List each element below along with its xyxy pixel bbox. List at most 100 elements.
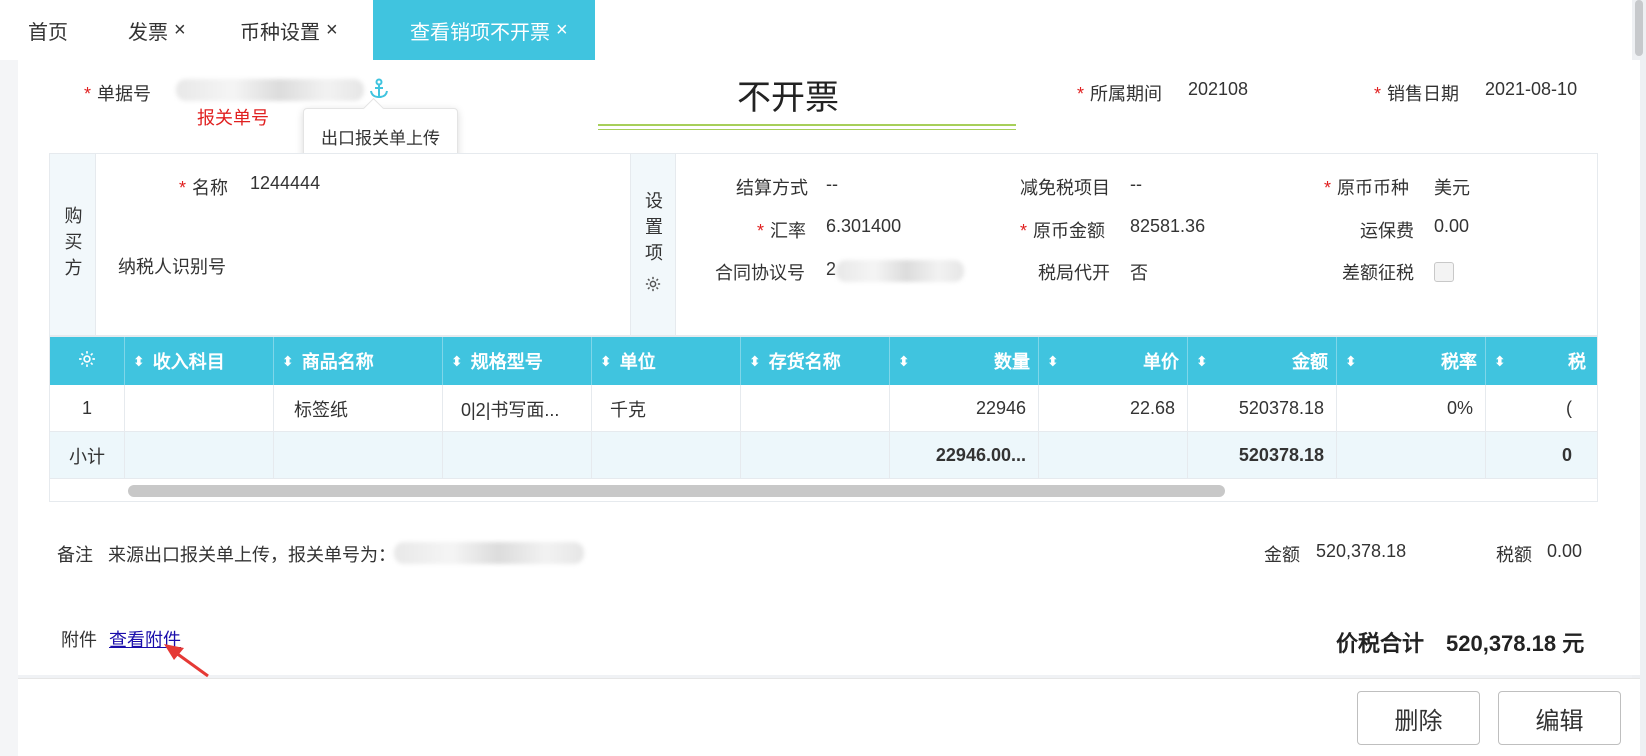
edit-button[interactable]: 编辑: [1498, 691, 1621, 745]
cell-tax-rate: 0%: [1337, 385, 1486, 432]
cell-stock: [741, 385, 890, 432]
remarks-label: 备注: [57, 545, 93, 565]
tab-bar: 首页 发票 × 币种设置 × 查看销项不开票 ×: [0, 0, 1646, 60]
table-header: ⬍ 收入科目 ⬍ 商品名称 ⬍ 规格型号 ⬍ 单位 ⬍ 存货名称 ⬍ 数量 ⬍ 单价 ⬍ 金额 …: [50, 337, 1597, 385]
settings-section-label: 设置项: [643, 191, 663, 269]
tax-bureau-label: 税局代开: [1038, 263, 1110, 283]
tab-currency-settings[interactable]: 币种设置 ×: [240, 0, 338, 60]
orig-currency-label: * 原币币种: [1324, 178, 1410, 198]
sort-icon[interactable]: ⬍: [1196, 354, 1208, 368]
remarks-redacted: [394, 542, 584, 564]
tax-bureau-value: 否: [1130, 263, 1148, 283]
close-icon[interactable]: ×: [174, 19, 186, 42]
exempt-label: 减免税项目: [1020, 178, 1110, 198]
col-tax-rate[interactable]: ⬍ 税率: [1337, 337, 1486, 385]
sort-icon[interactable]: ⬍: [133, 354, 145, 368]
cell-price: 22.68: [1039, 385, 1188, 432]
table-row[interactable]: 1 标签纸 0|2|书写面... 千克 22946 22.68 520378.1…: [50, 385, 1597, 432]
amount-value: 520,378.18: [1316, 541, 1407, 561]
sort-icon[interactable]: ⬍: [1494, 354, 1506, 368]
sort-icon[interactable]: ⬍: [1345, 354, 1357, 368]
footer-bar: 删除 编辑: [18, 678, 1640, 756]
doc-no-label: * 单据号: [84, 84, 152, 104]
gear-icon[interactable]: [644, 275, 662, 298]
col-qty[interactable]: ⬍ 数量: [890, 337, 1039, 385]
close-icon[interactable]: ×: [326, 19, 338, 42]
amount-label: 金额: [1264, 545, 1300, 565]
settings-section[interactable]: 设置项: [630, 154, 676, 335]
settle-label: 结算方式: [736, 178, 808, 198]
sale-date-value: 2021-08-10: [1485, 79, 1578, 99]
rate-value: 6.301400: [826, 216, 902, 236]
attachment-label: 附件: [61, 630, 97, 650]
cell-spec: 0|2|书写面...: [443, 385, 592, 432]
diff-tax-label: 差额征税: [1342, 263, 1414, 283]
period-label: * 所属期间: [1077, 84, 1163, 104]
period-value: 202108: [1188, 79, 1249, 99]
tab-home[interactable]: 首页: [28, 0, 68, 60]
gear-icon[interactable]: [77, 349, 97, 374]
column-settings[interactable]: [50, 337, 125, 385]
sale-date-label: * 销售日期: [1374, 84, 1460, 104]
subtotal-tax: 0: [1486, 432, 1597, 479]
orig-amount-label: * 原币金额: [1020, 221, 1106, 241]
sort-icon[interactable]: ⬍: [282, 354, 294, 368]
freight-value: 0.00: [1434, 216, 1470, 236]
contract-label: 合同协议号: [715, 263, 805, 283]
scrollbar-thumb[interactable]: [1635, 0, 1643, 56]
sort-icon[interactable]: ⬍: [451, 354, 463, 368]
tab-view-nonbilled-sales[interactable]: 查看销项不开票 ×: [373, 0, 595, 60]
sort-icon[interactable]: ⬍: [1047, 354, 1059, 368]
freight-label: 运保费: [1360, 221, 1414, 241]
total-value: 520,378.18 元: [1446, 631, 1585, 656]
contract-value: 2: [826, 259, 837, 279]
title-underline: [598, 129, 1016, 130]
cell-empty: [592, 432, 741, 479]
col-product[interactable]: ⬍ 商品名称: [274, 337, 443, 385]
cell-product: 标签纸: [274, 385, 443, 432]
close-icon[interactable]: ×: [556, 19, 568, 42]
title-underline: [598, 124, 1016, 126]
cell-empty: [741, 432, 890, 479]
delete-button[interactable]: 删除: [1357, 691, 1480, 745]
items-table: ⬍ 收入科目 ⬍ 商品名称 ⬍ 规格型号 ⬍ 单位 ⬍ 存货名称 ⬍ 数量 ⬍ 单价 ⬍ 金额 …: [49, 336, 1598, 502]
cell-empty: [1039, 432, 1188, 479]
cell-unit: 千克: [592, 385, 741, 432]
cell-empty: [1337, 432, 1486, 479]
orig-currency-value: 美元: [1434, 178, 1470, 198]
cell-tax: (: [1486, 385, 1597, 432]
col-unit[interactable]: ⬍ 单位: [592, 337, 741, 385]
col-stock[interactable]: ⬍ 存货名称: [741, 337, 890, 385]
contract-redacted: [836, 260, 964, 282]
doc-no-redacted: [176, 79, 364, 101]
exempt-value: --: [1130, 174, 1142, 194]
rate-label: * 汇率: [757, 221, 807, 241]
sort-icon[interactable]: ⬍: [749, 354, 761, 368]
sort-icon[interactable]: ⬍: [600, 354, 612, 368]
page-title: 不开票: [737, 79, 839, 117]
buyer-taxid-label: 纳税人识别号: [118, 257, 226, 277]
subtotal-row: 小计 22946.00... 520378.18 0: [50, 432, 1597, 479]
settle-value: --: [826, 174, 838, 194]
table-hscrollbar[interactable]: [128, 485, 1225, 497]
cell-empty: [274, 432, 443, 479]
cell-index: 1: [50, 385, 125, 432]
col-tax[interactable]: ⬍ 税: [1486, 337, 1597, 385]
col-amount[interactable]: ⬍ 金额: [1188, 337, 1337, 385]
cell-qty: 22946: [890, 385, 1039, 432]
col-income[interactable]: ⬍ 收入科目: [125, 337, 274, 385]
tax-amount-value: 0.00: [1547, 541, 1583, 561]
col-price[interactable]: ⬍ 单价: [1039, 337, 1188, 385]
buyer-name-label: * 名称: [179, 178, 229, 198]
subtotal-amount: 520378.18: [1188, 432, 1337, 479]
subtotal-qty: 22946.00...: [890, 432, 1039, 479]
buyer-name-value: 1244444: [250, 173, 321, 193]
total-label: 价税合计: [1336, 631, 1425, 656]
tab-label: 查看销项不开票: [410, 21, 550, 44]
col-spec[interactable]: ⬍ 规格型号: [443, 337, 592, 385]
tab-invoice[interactable]: 发票 ×: [128, 0, 186, 60]
diff-tax-checkbox[interactable]: [1434, 262, 1454, 282]
sort-icon[interactable]: ⬍: [898, 354, 910, 368]
tab-label: 首页: [28, 21, 68, 44]
doc-no-hint: 报关单号: [197, 108, 269, 128]
